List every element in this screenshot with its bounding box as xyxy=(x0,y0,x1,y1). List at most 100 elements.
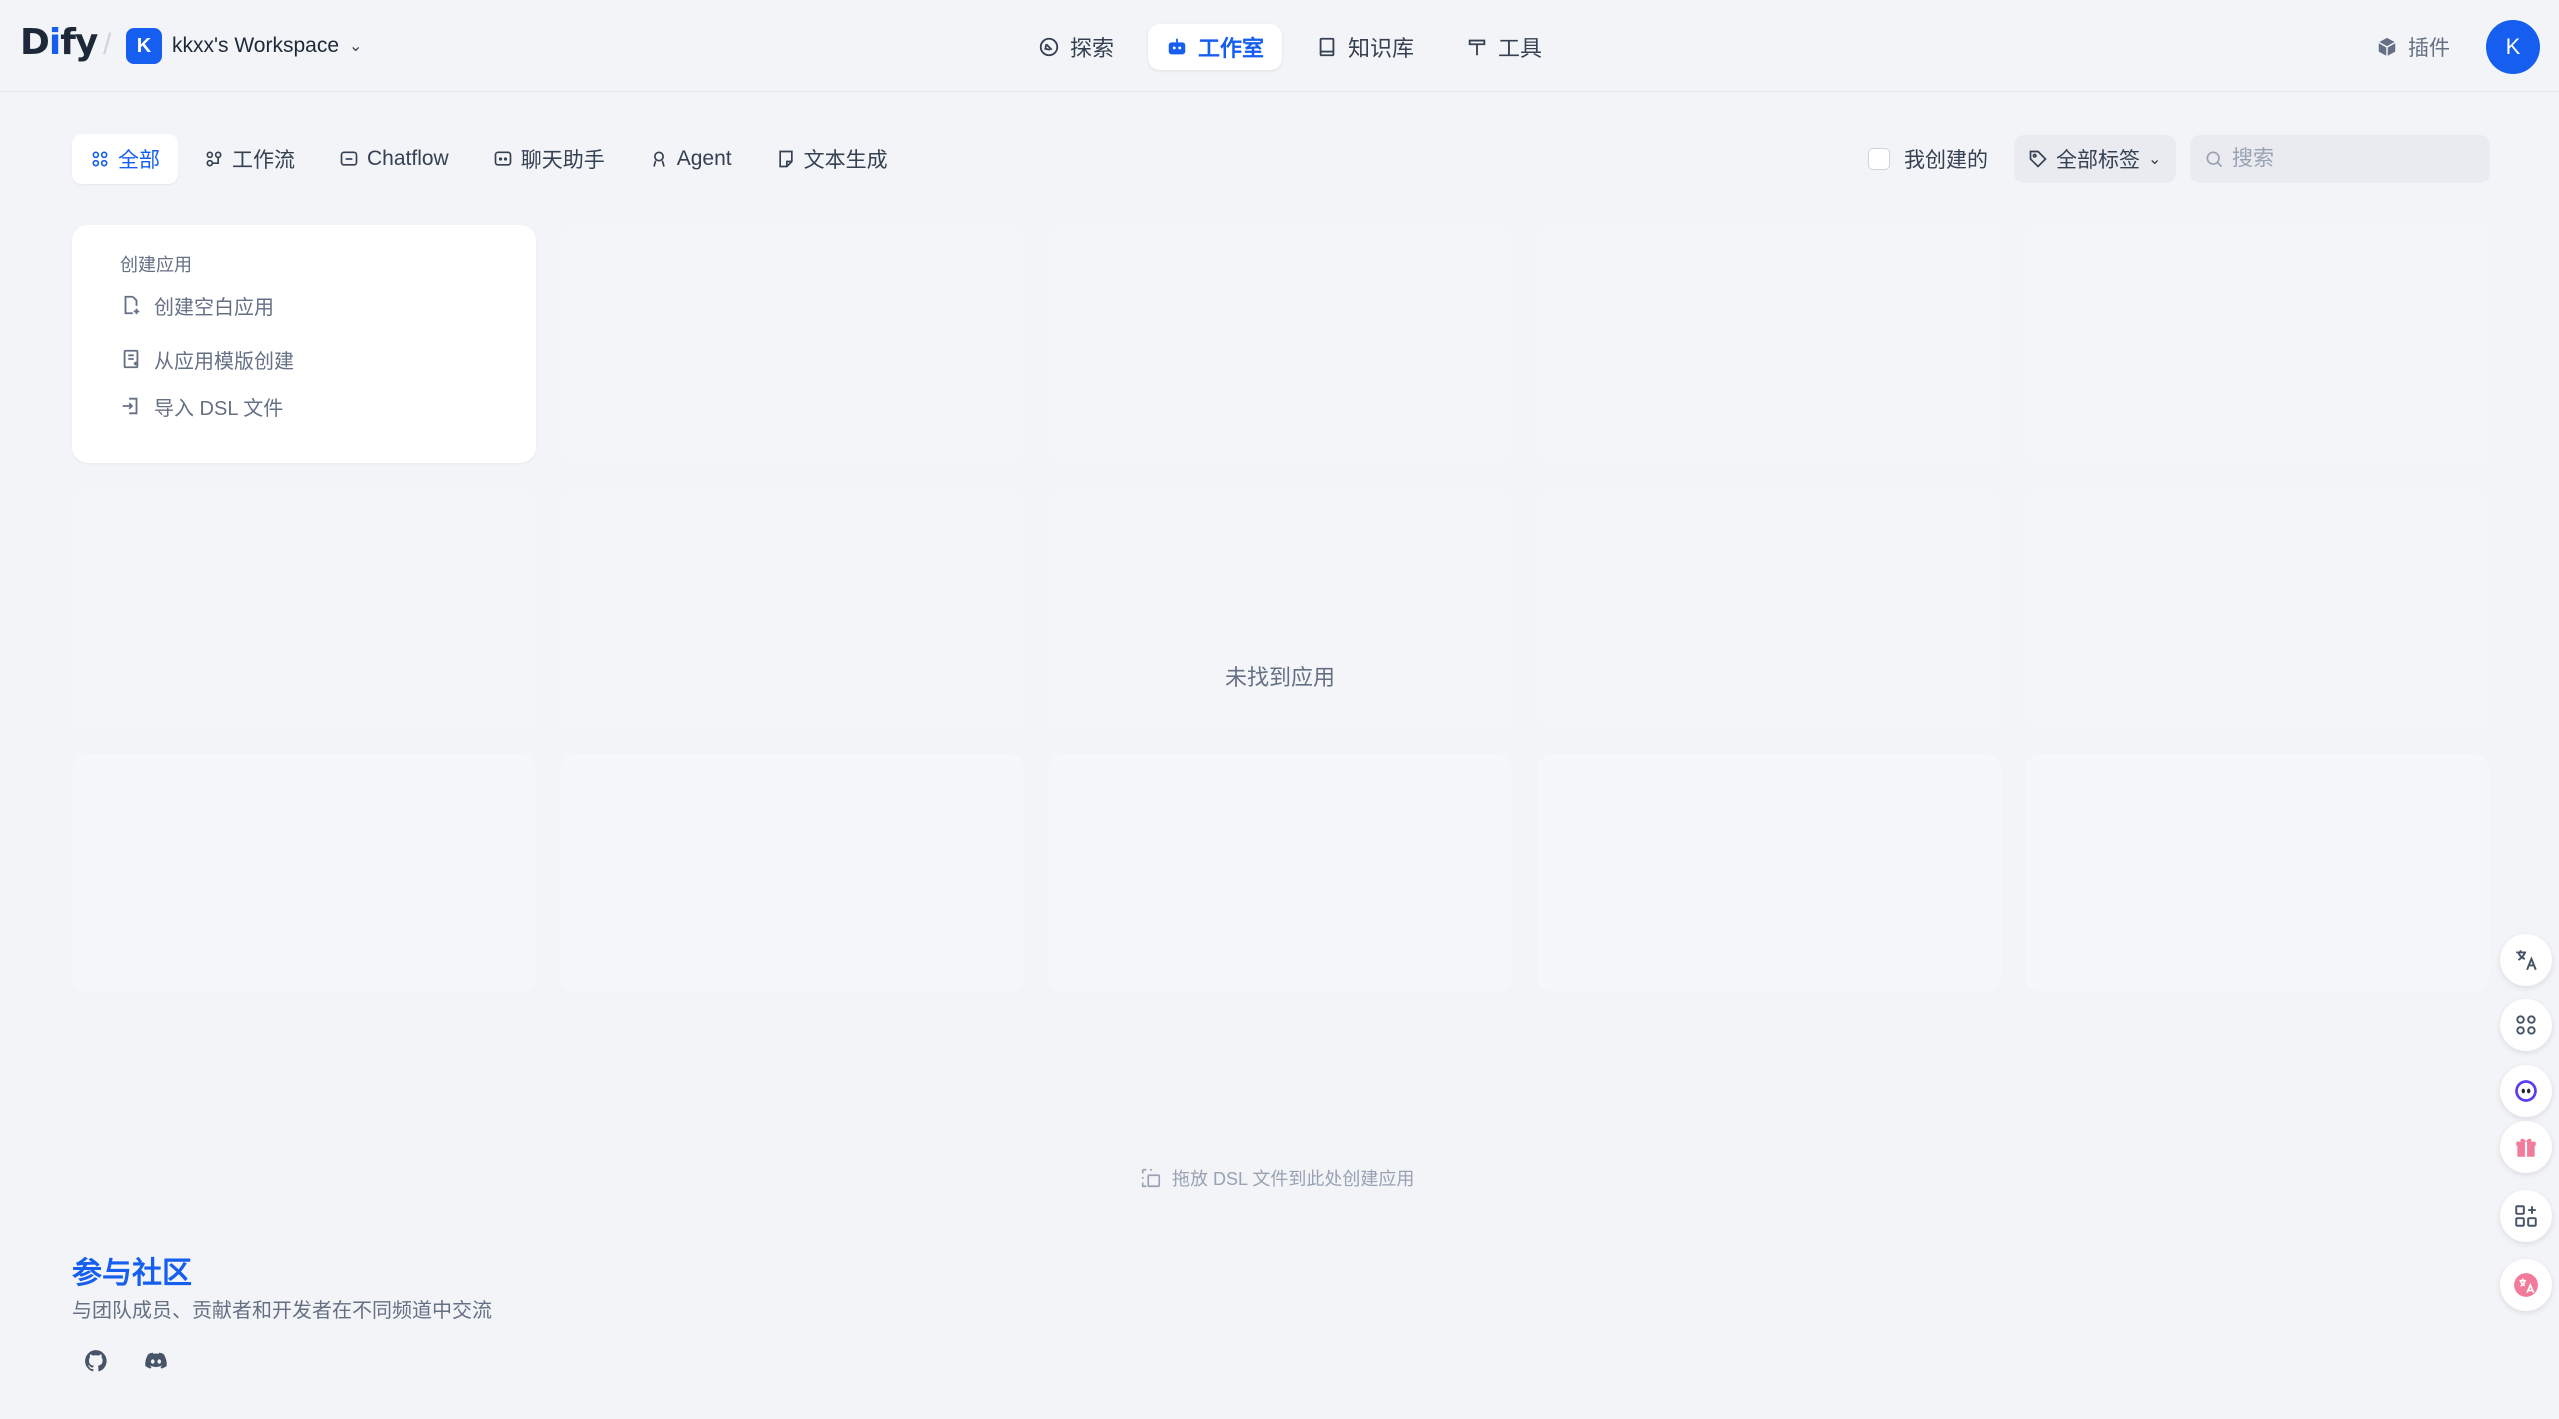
add-widget-button[interactable] xyxy=(2500,1190,2552,1242)
tag-icon xyxy=(2029,150,2047,168)
translate-button[interactable] xyxy=(2500,934,2552,986)
add-widget-icon xyxy=(2515,1205,2537,1227)
discord-icon xyxy=(145,1352,167,1369)
hammer-icon xyxy=(1468,39,1486,56)
user-avatar[interactable]: K xyxy=(2486,20,2540,74)
search-icon xyxy=(2206,151,2223,168)
create-from-template-button[interactable]: 从应用模版创建 xyxy=(120,344,294,374)
create-blank-app-button[interactable]: 创建空白应用 xyxy=(120,290,274,320)
nav-tools-label: 工具 xyxy=(1498,36,1543,61)
language-switch-icon xyxy=(2514,1273,2538,1297)
gift-icon xyxy=(2516,1138,2536,1157)
main-nav: 探索 工作室 知识库 工具 xyxy=(1020,24,1560,70)
workflow-icon xyxy=(206,151,222,167)
community-title: 参与社区 xyxy=(72,1257,192,1290)
nav-studio-label: 工作室 xyxy=(1198,36,1265,61)
import-dsl-label: 导入 DSL 文件 xyxy=(154,397,284,420)
discord-link[interactable] xyxy=(138,1343,174,1379)
nav-explore[interactable]: 探索 xyxy=(1020,24,1132,70)
language-switch-button[interactable] xyxy=(2500,1259,2552,1311)
app-card-placeholder xyxy=(1048,225,1512,463)
app-card-placeholder xyxy=(560,490,1024,728)
workspace-selector[interactable]: K kkxx's Workspace ⌄ xyxy=(126,27,362,65)
tab-chat-assistant-label: 聊天助手 xyxy=(520,149,605,172)
plugins-label: 插件 xyxy=(2408,37,2450,60)
file-plus-icon xyxy=(124,295,140,315)
tab-agent-label: Agent xyxy=(676,147,732,170)
drag-drop-icon xyxy=(1141,1168,1161,1188)
tag-filter-label: 全部标签 xyxy=(2056,149,2140,172)
created-by-me-label: 我创建的 xyxy=(1904,149,1988,172)
tab-all-label: 全部 xyxy=(118,149,160,172)
book-icon xyxy=(1319,37,1335,57)
app-card-placeholder xyxy=(1048,490,1512,728)
nav-tools[interactable]: 工具 xyxy=(1448,24,1560,70)
tab-workflow-label: 工作流 xyxy=(232,149,295,172)
grid-icon xyxy=(92,151,108,167)
created-by-me-toggle[interactable]: 我创建的 xyxy=(1868,144,1988,174)
tab-all[interactable]: 全部 xyxy=(72,134,178,184)
tab-chatflow[interactable]: Chatflow xyxy=(321,134,467,184)
note-icon xyxy=(778,150,793,168)
nav-knowledge[interactable]: 知识库 xyxy=(1298,24,1432,70)
translate-icon xyxy=(2516,950,2537,971)
chevron-down-icon: ⌄ xyxy=(2148,151,2162,168)
plugins-button[interactable]: 插件 xyxy=(2376,30,2450,64)
agent-icon xyxy=(652,151,665,167)
chevron-down-icon: ⌄ xyxy=(349,38,363,55)
nav-studio[interactable]: 工作室 xyxy=(1148,24,1283,70)
assistant-button[interactable] xyxy=(2500,1065,2552,1117)
dsl-drop-hint-text: 拖放 DSL 文件到此处创建应用 xyxy=(1172,1169,1415,1189)
app-card-placeholder xyxy=(560,225,1024,463)
create-blank-app-label: 创建空白应用 xyxy=(154,296,274,319)
tab-agent[interactable]: Agent xyxy=(631,134,750,184)
chat-bubble-icon xyxy=(494,151,512,166)
github-icon xyxy=(85,1350,107,1372)
tab-text-generation-label: 文本生成 xyxy=(803,149,888,172)
workspace-avatar: K xyxy=(126,28,162,64)
create-from-template-label: 从应用模版创建 xyxy=(154,350,294,373)
nav-knowledge-label: 知识库 xyxy=(1348,36,1415,61)
robot-icon xyxy=(1168,38,1186,55)
assistant-face-icon xyxy=(2515,1080,2537,1102)
app-card-placeholder xyxy=(72,754,536,992)
import-icon xyxy=(122,397,138,415)
workspace-name: kkxx's Workspace xyxy=(172,34,339,57)
tab-chat-assistant[interactable]: 聊天助手 xyxy=(475,134,623,184)
tab-workflow[interactable]: 工作流 xyxy=(186,134,313,184)
created-by-me-checkbox[interactable] xyxy=(1868,148,1890,170)
search-box[interactable] xyxy=(2190,135,2490,183)
app-card-placeholder xyxy=(1537,225,2001,463)
community-description: 与团队成员、贡献者和开发者在不同频道中交流 xyxy=(72,1300,492,1322)
nav-explore-label: 探索 xyxy=(1070,36,1115,61)
template-icon xyxy=(123,349,139,369)
apps-grid-icon xyxy=(2516,1015,2536,1035)
app-type-tabs: 全部 工作流 Chatflow 聊天助手 Agent 文本生成 xyxy=(72,134,906,184)
tag-filter-dropdown[interactable]: 全部标签 ⌄ xyxy=(2014,135,2176,183)
app-card-placeholder xyxy=(2025,225,2489,463)
search-input[interactable] xyxy=(2232,147,2472,171)
breadcrumb-separator: / xyxy=(103,28,112,61)
empty-state-message: 未找到应用 xyxy=(1224,665,1335,690)
dify-logo[interactable]: Dify xyxy=(20,22,98,63)
app-card-placeholder xyxy=(1537,490,2001,728)
tab-chatflow-label: Chatflow xyxy=(367,147,449,170)
import-dsl-button[interactable]: 导入 DSL 文件 xyxy=(120,391,283,421)
app-card-placeholder xyxy=(2025,490,2489,728)
app-card-placeholder xyxy=(72,490,536,728)
app-card-placeholder xyxy=(1048,754,1512,992)
cube-icon xyxy=(2378,37,2396,57)
tab-text-generation[interactable]: 文本生成 xyxy=(758,134,906,184)
top-header: Dify / K kkxx's Workspace ⌄ 探索 工作室 知识库 工… xyxy=(0,0,2559,92)
chatflow-icon xyxy=(340,151,358,166)
gift-button[interactable] xyxy=(2500,1121,2552,1173)
app-card-placeholder xyxy=(1537,754,2001,992)
apps-button[interactable] xyxy=(2500,999,2552,1051)
app-card-placeholder xyxy=(560,754,1024,992)
app-card-placeholder xyxy=(2025,754,2489,992)
create-app-card: 创建应用 创建空白应用 从应用模版创建 导入 DSL 文件 xyxy=(72,225,536,463)
dsl-drop-hint: 拖放 DSL 文件到此处创建应用 xyxy=(1140,1165,1414,1191)
compass-icon xyxy=(1039,37,1059,57)
create-app-title: 创建应用 xyxy=(120,255,192,275)
github-link[interactable] xyxy=(78,1343,114,1379)
